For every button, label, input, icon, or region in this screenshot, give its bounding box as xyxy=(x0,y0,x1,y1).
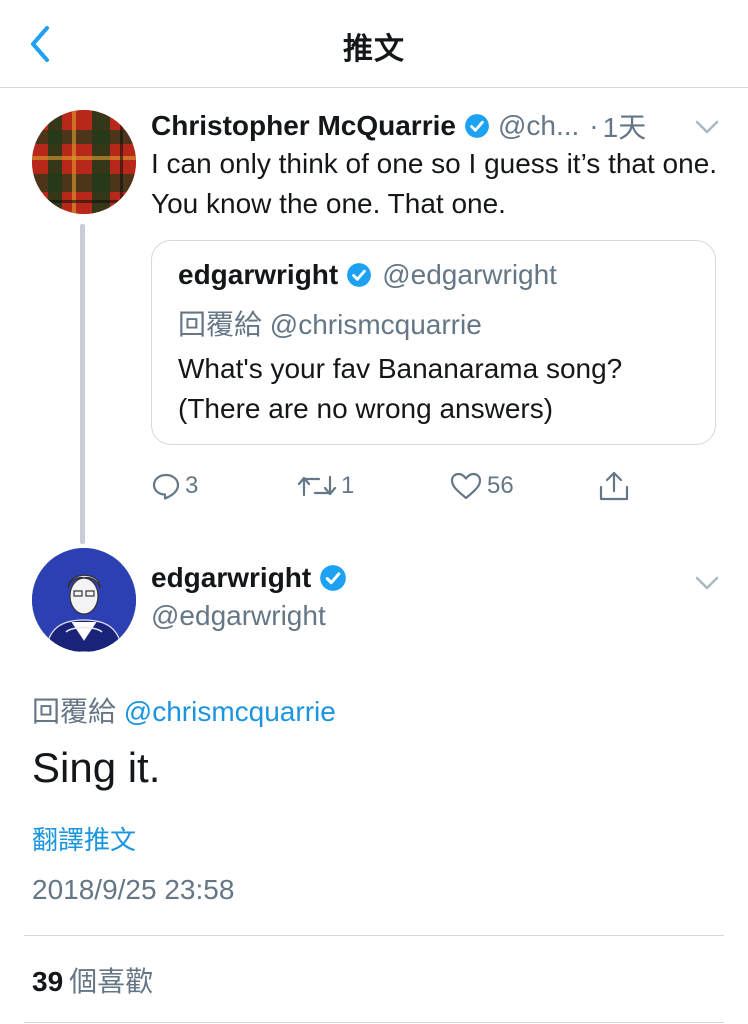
tweet-action-bar: 3 1 56 xyxy=(151,466,651,506)
quoted-tweet-header: edgarwright @edgarwright xyxy=(178,259,557,291)
retweet-count: 1 xyxy=(341,472,355,499)
likes-count: 39 xyxy=(32,966,64,997)
retweet-icon xyxy=(297,475,337,497)
main-tweet-name-row: edgarwright xyxy=(151,562,347,594)
parent-tweet-time: 1天 xyxy=(602,112,647,143)
quoted-author-handle: @edgarwright xyxy=(382,259,557,290)
meta-separator: · xyxy=(589,110,599,141)
like-button[interactable]: 56 xyxy=(449,466,514,506)
reply-icon xyxy=(152,473,180,500)
parent-tweet-text: I can only think of one so I guess it’s … xyxy=(151,148,718,219)
main-tweet-menu-button[interactable] xyxy=(692,568,722,598)
quoted-reply-to: 回覆給 @chrismcquarrie xyxy=(178,309,482,340)
likes-summary[interactable]: 39 個喜歡 xyxy=(32,960,153,1000)
main-tweet-text: Sing it. xyxy=(32,744,161,791)
translate-tweet-link[interactable]: 翻譯推文 xyxy=(32,820,136,857)
quoted-tweet-card[interactable]: edgarwright @edgarwright 回覆給 @chrismcqua… xyxy=(151,240,716,445)
divider xyxy=(24,1022,724,1023)
main-author-handle[interactable]: @edgarwright xyxy=(151,600,326,632)
top-bar: 推文 xyxy=(0,0,748,88)
divider xyxy=(24,935,724,936)
parent-author-name[interactable]: Christopher McQuarrie xyxy=(151,110,456,142)
tweet-timestamp: 2018/9/25 23:58 xyxy=(32,874,235,905)
page-title: 推文 xyxy=(343,33,405,66)
share-icon xyxy=(599,471,629,501)
verified-badge-icon xyxy=(346,262,372,288)
parent-author-handle[interactable]: @ch... xyxy=(498,110,579,142)
quoted-tweet-text: What's your fav Bananarama song? (There … xyxy=(178,353,623,424)
retweet-button[interactable]: 1 xyxy=(297,466,354,506)
verified-badge-icon xyxy=(319,564,347,592)
main-author-name[interactable]: edgarwright xyxy=(151,562,311,594)
avatar-christopher-mcquarrie[interactable] xyxy=(32,110,136,214)
reply-to-prefix: 回覆給 xyxy=(32,696,117,727)
chevron-down-icon xyxy=(695,576,719,590)
reply-to-mention-link[interactable]: @chrismcquarrie xyxy=(124,696,336,727)
parent-tweet-menu-button[interactable] xyxy=(692,112,722,142)
likes-label: 個喜歡 xyxy=(69,966,154,997)
chevron-down-icon xyxy=(695,120,719,134)
avatar-edgarwright[interactable] xyxy=(32,548,136,652)
heart-icon xyxy=(450,472,482,500)
thread-connector-line xyxy=(80,224,85,544)
reply-to-line: 回覆給 @chrismcquarrie xyxy=(32,690,336,730)
reply-count: 3 xyxy=(185,472,199,499)
quoted-author-name: edgarwright xyxy=(178,259,339,290)
parent-tweet-header: Christopher McQuarrie @ch... · 1天 xyxy=(151,106,731,146)
like-count: 56 xyxy=(487,472,514,499)
share-button[interactable] xyxy=(597,466,631,506)
verified-badge-icon xyxy=(464,113,490,139)
reply-button[interactable]: 3 xyxy=(151,466,198,506)
